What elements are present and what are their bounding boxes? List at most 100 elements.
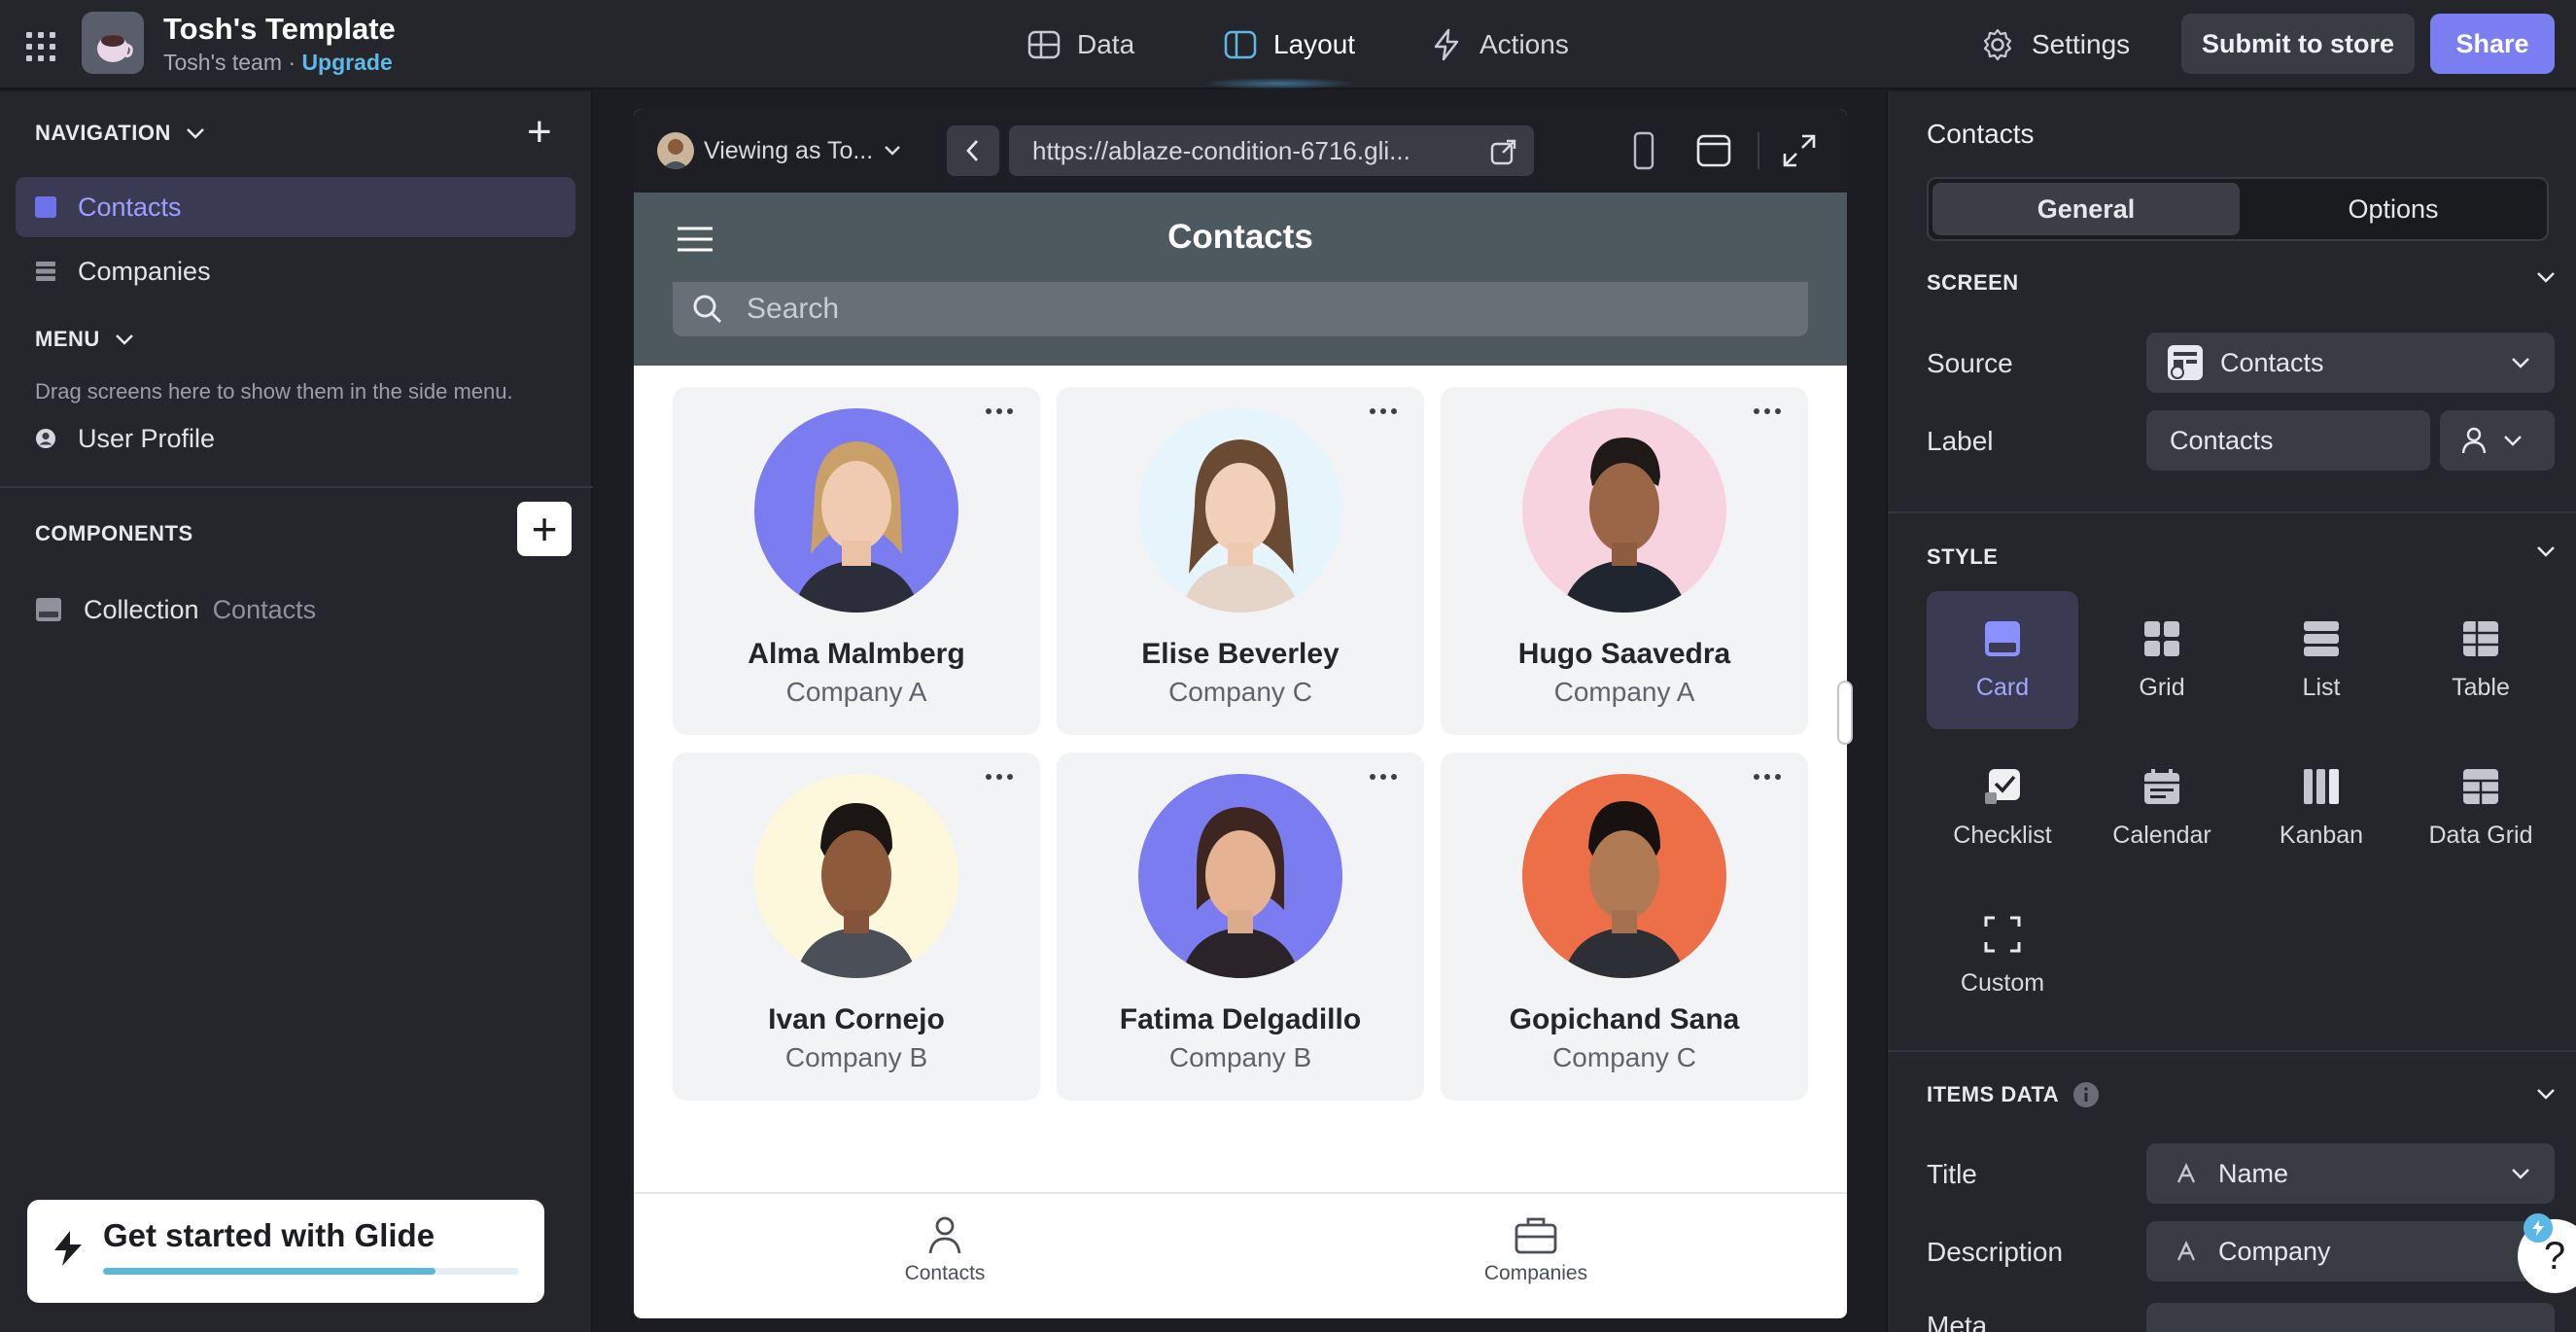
style-calendar[interactable]: Calendar <box>2086 739 2238 877</box>
tab-layout[interactable]: Layout <box>1223 23 1355 66</box>
components-section-header: COMPONENTS <box>35 521 193 546</box>
style-kanban[interactable]: Kanban <box>2245 739 2397 877</box>
viewing-as-dropdown[interactable]: Viewing as To... <box>657 128 902 173</box>
app-icon[interactable] <box>82 12 144 74</box>
source-dropdown[interactable]: Contacts <box>2146 333 2555 393</box>
upgrade-link[interactable]: Upgrade <box>301 50 392 75</box>
search-icon <box>693 295 722 324</box>
sidebar-item-contacts[interactable]: Contacts <box>16 177 575 237</box>
more-options-icon[interactable] <box>1370 774 1397 780</box>
description-dropdown[interactable]: Company <box>2146 1221 2555 1281</box>
component-name: Collection <box>84 594 199 624</box>
screen-title: Contacts <box>1167 218 1313 256</box>
person-icon <box>2461 427 2487 454</box>
app-header: Contacts Search <box>634 193 1847 366</box>
meta-dropdown[interactable] <box>2146 1303 2555 1332</box>
settings-button[interactable]: Settings <box>1979 23 2130 66</box>
style-list[interactable]: List <box>2245 591 2397 729</box>
sidebar-item-label: Companies <box>78 256 211 286</box>
avatar <box>1138 774 1342 978</box>
contact-card[interactable]: Gopichand Sana Company C <box>1441 753 1808 1101</box>
add-component-button[interactable]: + <box>517 502 572 556</box>
title-dropdown[interactable]: Name <box>2146 1143 2555 1204</box>
apps-grid-icon[interactable] <box>23 29 55 61</box>
user-icon <box>36 429 55 448</box>
settings-label: Settings <box>2032 29 2131 59</box>
url-field[interactable]: https://ablaze-condition-6716.gli... <box>1009 125 1534 176</box>
more-options-icon[interactable] <box>1370 408 1397 414</box>
style-custom[interactable]: Custom <box>1927 887 2078 1025</box>
glide-logo-icon <box>54 1231 82 1266</box>
chevron-down-icon[interactable] <box>2535 1087 2557 1101</box>
style-data-grid[interactable]: Data Grid <box>2405 739 2557 877</box>
avatar <box>1522 408 1726 613</box>
app-tab-contacts[interactable]: Contacts <box>848 1213 1042 1285</box>
sidebar-item-companies[interactable]: Companies <box>16 241 575 301</box>
sidebar-item-label: User Profile <box>78 423 216 453</box>
contact-name: Fatima Delgadillo <box>1119 1003 1362 1035</box>
style-label: Checklist <box>1953 821 2052 849</box>
chevron-down-icon[interactable] <box>2535 544 2557 558</box>
get-started-panel[interactable]: Get started with Glide <box>27 1200 544 1303</box>
items-data-header-label: ITEMS DATA <box>1927 1082 2060 1106</box>
chevron-down-icon[interactable] <box>2535 270 2557 284</box>
info-icon[interactable] <box>2072 1081 2100 1108</box>
viewing-as-label: Viewing as To... <box>704 136 874 164</box>
contact-name: Hugo Saavedra <box>1517 638 1731 670</box>
chevron-down-icon <box>115 334 133 345</box>
contact-card[interactable]: Ivan Cornejo Company B <box>673 753 1040 1101</box>
avatar <box>754 408 958 613</box>
components-header-label: COMPONENTS <box>35 521 193 545</box>
search-placeholder: Search <box>747 293 840 325</box>
get-started-progress-fill <box>103 1268 436 1275</box>
tab-options[interactable]: Options <box>2242 183 2545 235</box>
contact-card[interactable]: Elise Beverley Company C <box>1057 387 1424 735</box>
component-item-collection[interactable]: Collection Contacts <box>16 579 575 640</box>
style-label: Custom <box>1960 968 2045 997</box>
share-button[interactable]: Share <box>2430 14 2555 74</box>
contact-card[interactable]: Alma Malmberg Company A <box>673 387 1040 735</box>
more-options-icon[interactable] <box>1754 408 1781 414</box>
contact-card[interactable]: Fatima Delgadillo Company B <box>1057 753 1424 1101</box>
resize-handle[interactable] <box>1837 681 1853 745</box>
component-source: Contacts <box>212 594 317 624</box>
tablet-view-icon[interactable] <box>1695 132 1732 169</box>
label-icon-picker[interactable] <box>2440 410 2555 471</box>
app-tab-label: Companies <box>1483 1262 1588 1284</box>
style-grid[interactable]: Grid <box>2086 591 2238 729</box>
contact-name: Gopichand Sana <box>1509 1003 1740 1035</box>
tab-general[interactable]: General <box>1932 183 2240 235</box>
app-tab-bar: Contacts Companies <box>634 1192 1847 1318</box>
style-label: Data Grid <box>2428 821 2533 849</box>
back-button[interactable] <box>947 125 999 176</box>
tab-data[interactable]: Data <box>1027 23 1134 66</box>
avatar <box>1138 408 1342 613</box>
expand-icon[interactable] <box>1781 132 1818 169</box>
more-options-icon[interactable] <box>1754 774 1781 780</box>
meta-label: Meta <box>1927 1311 1988 1332</box>
style-table[interactable]: Table <box>2405 591 2557 729</box>
tab-actions[interactable]: Actions <box>1429 23 1569 66</box>
menu-hint: Drag screens here to show them in the si… <box>35 379 513 403</box>
style-card[interactable]: Card <box>1927 591 2078 729</box>
panel-title: Contacts <box>1927 119 2035 149</box>
label-input[interactable]: Contacts <box>2146 410 2430 471</box>
search-input[interactable]: Search <box>673 282 1808 336</box>
contact-card[interactable]: Hugo Saavedra Company A <box>1441 387 1808 735</box>
style-checklist[interactable]: Checklist <box>1927 739 2078 877</box>
contact-name: Alma Malmberg <box>748 638 965 670</box>
add-screen-icon[interactable]: + <box>527 111 552 154</box>
navigation-section-header[interactable]: NAVIGATION <box>35 121 206 146</box>
properties-panel: Contacts General Options SCREEN Source C… <box>1886 91 2576 1332</box>
external-link-icon[interactable] <box>1489 137 1518 166</box>
sidebar-item-user-profile[interactable]: User Profile <box>16 408 575 469</box>
avatar <box>1522 774 1726 978</box>
phone-view-icon[interactable] <box>1631 130 1656 171</box>
submit-to-store-button[interactable]: Submit to store <box>2181 14 2415 74</box>
app-tab-label: Contacts <box>904 1262 986 1284</box>
more-options-icon[interactable] <box>986 408 1013 414</box>
description-value: Company <box>2218 1236 2331 1266</box>
menu-section-header[interactable]: MENU <box>35 327 135 352</box>
app-tab-companies[interactable]: Companies <box>1439 1213 1633 1285</box>
more-options-icon[interactable] <box>986 774 1013 780</box>
